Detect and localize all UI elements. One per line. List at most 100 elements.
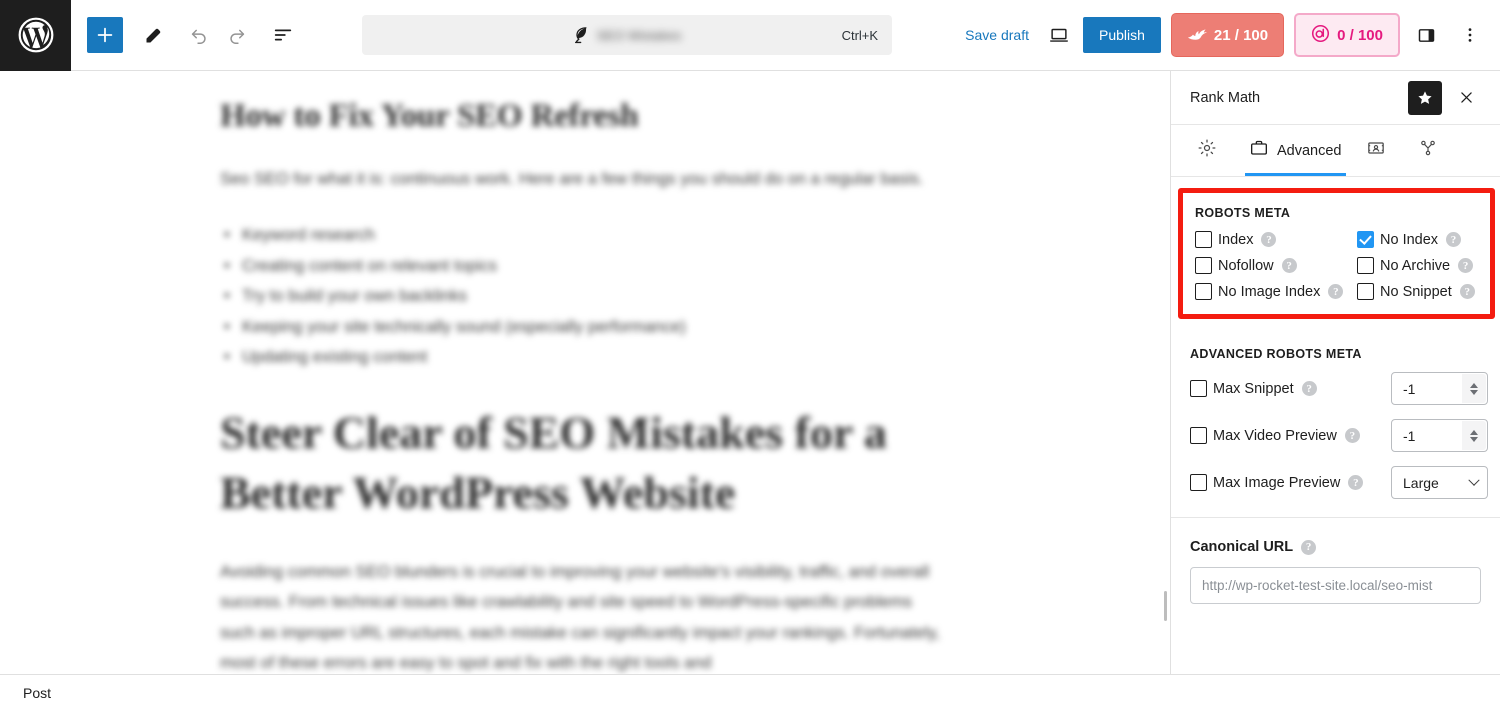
settings-sidebar-button[interactable] [1408,17,1444,53]
device-preview-button[interactable] [1041,17,1077,53]
list-item: Try to build your own backlinks [220,281,940,312]
row-max-video-preview: Max Video Preview ? -1 [1190,419,1488,452]
content-ai-score-badge[interactable]: 0 / 100 [1294,13,1400,57]
list-item: Keeping your site technically sound (esp… [220,312,940,343]
help-icon[interactable]: ? [1281,258,1297,273]
add-block-button[interactable] [87,17,123,53]
command-bar[interactable]: SEO Mistakes Ctrl+K [362,15,893,55]
chevron-down-icon [1468,474,1480,486]
seo-score-label: 21 / 100 [1213,26,1269,44]
social-card-icon [1366,138,1386,163]
checkbox-max-video-preview[interactable] [1190,427,1207,444]
checkbox-nofollow[interactable] [1195,257,1212,274]
tab-general[interactable] [1185,125,1237,176]
checkbox-no-archive[interactable] [1357,257,1374,274]
tools-pencil-button[interactable] [135,17,171,53]
tab-schema[interactable] [1406,125,1458,176]
robots-meta-options: Index ? No Index ? Nofollow ? No Archive… [1195,231,1478,300]
checkbox-no-archive-label: No Archive [1380,257,1451,274]
checkbox-no-index[interactable] [1357,231,1374,248]
help-icon[interactable]: ? [1301,539,1317,555]
publish-button[interactable]: Publish [1082,17,1161,53]
post-paragraph-2: Avoiding common SEO blunders is crucial … [220,562,940,673]
checkbox-no-snippet[interactable] [1357,283,1374,300]
document-overview-button[interactable] [265,17,301,53]
editor-window: SEO Mistakes Ctrl+K Save draft Publish 2… [0,0,1500,710]
breadcrumb-post[interactable]: Post [23,685,51,701]
checkbox-no-image-index[interactable] [1195,283,1212,300]
editor-body: How to Fix Your SEO Refresh Seo SEO for … [0,71,1500,674]
post-title: How to Fix Your SEO Refresh [220,98,639,134]
checkbox-row-no-index[interactable]: No Index ? [1357,231,1478,248]
max-snippet-stepper[interactable]: -1 [1391,372,1488,405]
rank-math-sidebar: Rank Math Advanced ROBOTS META Index ? N… [1171,71,1500,674]
wordpress-logo-icon[interactable] [0,0,71,71]
row-max-snippet: Max Snippet ? -1 [1190,372,1488,405]
checkbox-no-index-label: No Index [1380,231,1439,248]
help-icon[interactable]: ? [1344,428,1360,443]
post-content-canvas[interactable]: How to Fix Your SEO Refresh Seo SEO for … [0,71,1171,674]
editor-toolbar: SEO Mistakes Ctrl+K Save draft Publish 2… [0,0,1500,71]
max-image-preview-select[interactable]: Large [1391,466,1488,499]
rank-math-tabs: Advanced [1171,125,1500,177]
help-icon[interactable]: ? [1301,381,1317,396]
help-icon[interactable]: ? [1328,284,1344,299]
canonical-url-label: Canonical URL [1190,539,1294,555]
robots-meta-title: Robots Meta [1195,206,1291,220]
checkbox-no-snippet-label: No Snippet [1380,283,1452,300]
undo-arrow-button[interactable] [181,17,217,53]
robots-meta-section: Robots Meta Index ? No Index ? [1178,188,1495,319]
close-icon[interactable] [1450,82,1482,114]
briefcase-icon [1249,138,1269,163]
post-document: How to Fix Your SEO Refresh Seo SEO for … [0,71,1170,674]
tab-advanced[interactable]: Advanced [1237,125,1354,176]
command-bar-center: SEO Mistakes [362,26,892,44]
editor-scrollbar[interactable] [1164,591,1167,621]
list-item: Creating content on relevant topics [220,251,940,282]
list-item: Keyword research [220,220,940,251]
checkbox-row-nofollow[interactable]: Nofollow ? [1195,257,1357,274]
schema-node-icon [1418,138,1438,163]
checkbox-row-no-snippet[interactable]: No Snippet ? [1357,283,1478,300]
content-ai-icon [1311,24,1330,47]
list-item: Updating existing content [220,342,940,373]
gear-icon [1197,138,1217,163]
checkbox-nofollow-label: Nofollow [1218,257,1274,274]
star-icon[interactable] [1408,80,1442,115]
max-video-preview-stepper[interactable]: -1 [1391,419,1488,452]
rank-math-icon [1187,26,1207,45]
checkbox-max-image-preview[interactable] [1190,474,1207,491]
help-icon[interactable]: ? [1459,284,1475,299]
checkbox-row-index[interactable]: Index ? [1195,231,1357,248]
rank-math-panel-title: Rank Math [1190,89,1261,106]
help-icon[interactable]: ? [1458,258,1474,273]
three-dots-vertical-icon[interactable] [1452,17,1488,53]
checkbox-max-snippet[interactable] [1190,380,1207,397]
advanced-robots-meta-section: Advanced Robots Meta Max Snippet ? -1 [1171,319,1500,499]
help-icon[interactable]: ? [1348,475,1364,490]
rank-math-panel-header: Rank Math [1171,71,1500,125]
stepper-arrows-icon[interactable] [1462,421,1486,450]
canonical-url-input[interactable]: http://wp-rocket-test-site.local/seo-mis… [1190,567,1481,604]
max-video-preview-label: Max Video Preview [1213,427,1337,444]
help-icon[interactable]: ? [1261,232,1277,247]
command-bar-title: SEO Mistakes [596,27,682,43]
content-ai-score-label: 0 / 100 [1337,26,1383,44]
tab-social[interactable] [1354,125,1406,176]
canonical-url-label-row: Canonical URL ? [1190,539,1481,555]
checkbox-row-no-archive[interactable]: No Archive ? [1357,257,1478,274]
post-list: Keyword research Creating content on rel… [220,220,940,373]
checkbox-row-no-image-index[interactable]: No Image Index ? [1195,283,1357,300]
toolbar-right-group: Save draft Publish 21 / 100 0 / 100 [953,13,1500,57]
save-draft-button[interactable]: Save draft [953,19,1041,51]
checkbox-no-image-index-label: No Image Index [1218,283,1321,300]
checkbox-index[interactable] [1195,231,1212,248]
toolbar-left-group [71,17,301,53]
seo-score-badge[interactable]: 21 / 100 [1170,13,1285,57]
help-icon[interactable]: ? [1446,232,1462,247]
redo-arrow-button[interactable] [219,17,255,53]
leaf-icon [573,26,589,44]
max-snippet-value: -1 [1403,380,1416,397]
tab-advanced-label: Advanced [1277,142,1342,159]
stepper-arrows-icon[interactable] [1462,374,1486,403]
